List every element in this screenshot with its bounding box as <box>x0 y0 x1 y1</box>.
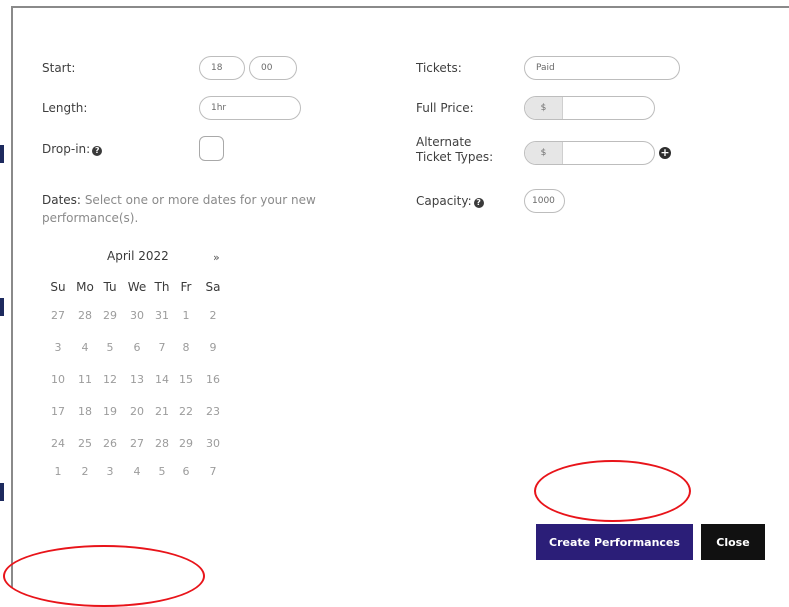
start-hour-input[interactable] <box>199 56 245 80</box>
capacity-label-text: Capacity: <box>416 194 472 208</box>
calendar-day[interactable]: 25 <box>74 437 96 450</box>
edge-marker <box>0 298 4 316</box>
calendar-weekday: Mo <box>76 280 94 294</box>
double-chevron-right-icon[interactable]: » <box>213 251 220 264</box>
close-button[interactable]: Close <box>701 524 765 560</box>
annotation-circle <box>534 460 691 522</box>
calendar-day[interactable]: 26 <box>99 437 121 450</box>
tickets-input[interactable] <box>524 56 680 80</box>
question-circle-icon[interactable]: ? <box>473 198 484 208</box>
calendar-day[interactable]: 29 <box>99 309 121 322</box>
dialog-left-border <box>11 6 13 588</box>
capacity-label: Capacity:? <box>416 194 484 209</box>
calendar-day[interactable]: 21 <box>151 405 173 418</box>
calendar-day[interactable]: 5 <box>151 465 173 478</box>
calendar-day[interactable]: 4 <box>126 465 148 478</box>
tickets-label: Tickets: <box>416 61 462 75</box>
dialog-top-border <box>11 6 789 8</box>
dates-label: Dates: <box>42 193 81 207</box>
calendar-day[interactable]: 8 <box>175 341 197 354</box>
full-price-input[interactable]: $ <box>524 96 655 120</box>
calendar-day[interactable]: 28 <box>74 309 96 322</box>
calendar-day[interactable]: 13 <box>126 373 148 386</box>
calendar-month-label: April 2022 <box>107 249 169 263</box>
calendar-day[interactable]: 16 <box>202 373 224 386</box>
alternate-ticket-types-label: Alternate Ticket Types: <box>416 135 494 164</box>
create-performances-button[interactable]: Create Performances <box>536 524 693 560</box>
dates-help-text: Select one or more dates for your new pe… <box>42 193 316 225</box>
calendar-day[interactable]: 20 <box>126 405 148 418</box>
length-label: Length: <box>42 101 88 115</box>
calendar-day[interactable]: 22 <box>175 405 197 418</box>
calendar-day[interactable]: 7 <box>202 465 224 478</box>
question-circle-icon[interactable]: ? <box>92 146 103 156</box>
calendar-day[interactable]: 19 <box>99 405 121 418</box>
calendar-day[interactable]: 4 <box>74 341 96 354</box>
calendar-day[interactable]: 7 <box>151 341 173 354</box>
start-label: Start: <box>42 61 76 75</box>
calendar-weekday: Su <box>50 280 66 294</box>
annotation-circle <box>3 545 205 607</box>
edge-marker <box>0 483 4 501</box>
calendar-day[interactable]: 15 <box>175 373 197 386</box>
calendar-day[interactable]: 2 <box>202 309 224 322</box>
dropin-checkbox[interactable] <box>199 136 224 161</box>
calendar-day[interactable]: 30 <box>202 437 224 450</box>
calendar-day[interactable]: 10 <box>47 373 69 386</box>
calendar-day[interactable]: 11 <box>74 373 96 386</box>
calendar-day[interactable]: 29 <box>175 437 197 450</box>
full-price-label: Full Price: <box>416 101 474 115</box>
calendar-day[interactable]: 12 <box>99 373 121 386</box>
calendar-day[interactable]: 23 <box>202 405 224 418</box>
calendar-weekday: Th <box>154 280 170 294</box>
calendar-weekday: Tu <box>103 280 117 294</box>
calendar-day[interactable]: 6 <box>126 341 148 354</box>
calendar-day[interactable]: 30 <box>126 309 148 322</box>
calendar-day[interactable]: 3 <box>99 465 121 478</box>
calendar-day[interactable]: 9 <box>202 341 224 354</box>
calendar-day[interactable]: 17 <box>47 405 69 418</box>
alternate-price-input[interactable]: $ <box>524 141 655 165</box>
calendar-weekday: We <box>127 280 147 294</box>
calendar-day[interactable]: 1 <box>47 465 69 478</box>
calendar-day[interactable]: 6 <box>175 465 197 478</box>
calendar-weekday: Sa <box>205 280 221 294</box>
calendar-day[interactable]: 2 <box>74 465 96 478</box>
calendar-day[interactable]: 27 <box>47 309 69 322</box>
dates-instructions: Dates: Select one or more dates for your… <box>42 191 327 227</box>
calendar-day[interactable]: 24 <box>47 437 69 450</box>
calendar-day[interactable]: 14 <box>151 373 173 386</box>
calendar-day[interactable]: 27 <box>126 437 148 450</box>
dropin-label-text: Drop-in: <box>42 142 91 156</box>
calendar-day[interactable]: 3 <box>47 341 69 354</box>
plus-circle-icon[interactable]: + <box>659 147 671 159</box>
calendar-day[interactable]: 18 <box>74 405 96 418</box>
start-minute-input[interactable] <box>249 56 297 80</box>
currency-addon: $ <box>525 142 563 164</box>
edge-marker <box>0 145 4 163</box>
length-input[interactable] <box>199 96 301 120</box>
calendar-day[interactable]: 31 <box>151 309 173 322</box>
capacity-input[interactable] <box>524 189 565 213</box>
calendar-weekday: Fr <box>180 280 192 294</box>
currency-addon: $ <box>525 97 563 119</box>
calendar-day[interactable]: 1 <box>175 309 197 322</box>
calendar-day[interactable]: 5 <box>99 341 121 354</box>
calendar-day[interactable]: 28 <box>151 437 173 450</box>
dropin-label: Drop-in:? <box>42 142 103 157</box>
